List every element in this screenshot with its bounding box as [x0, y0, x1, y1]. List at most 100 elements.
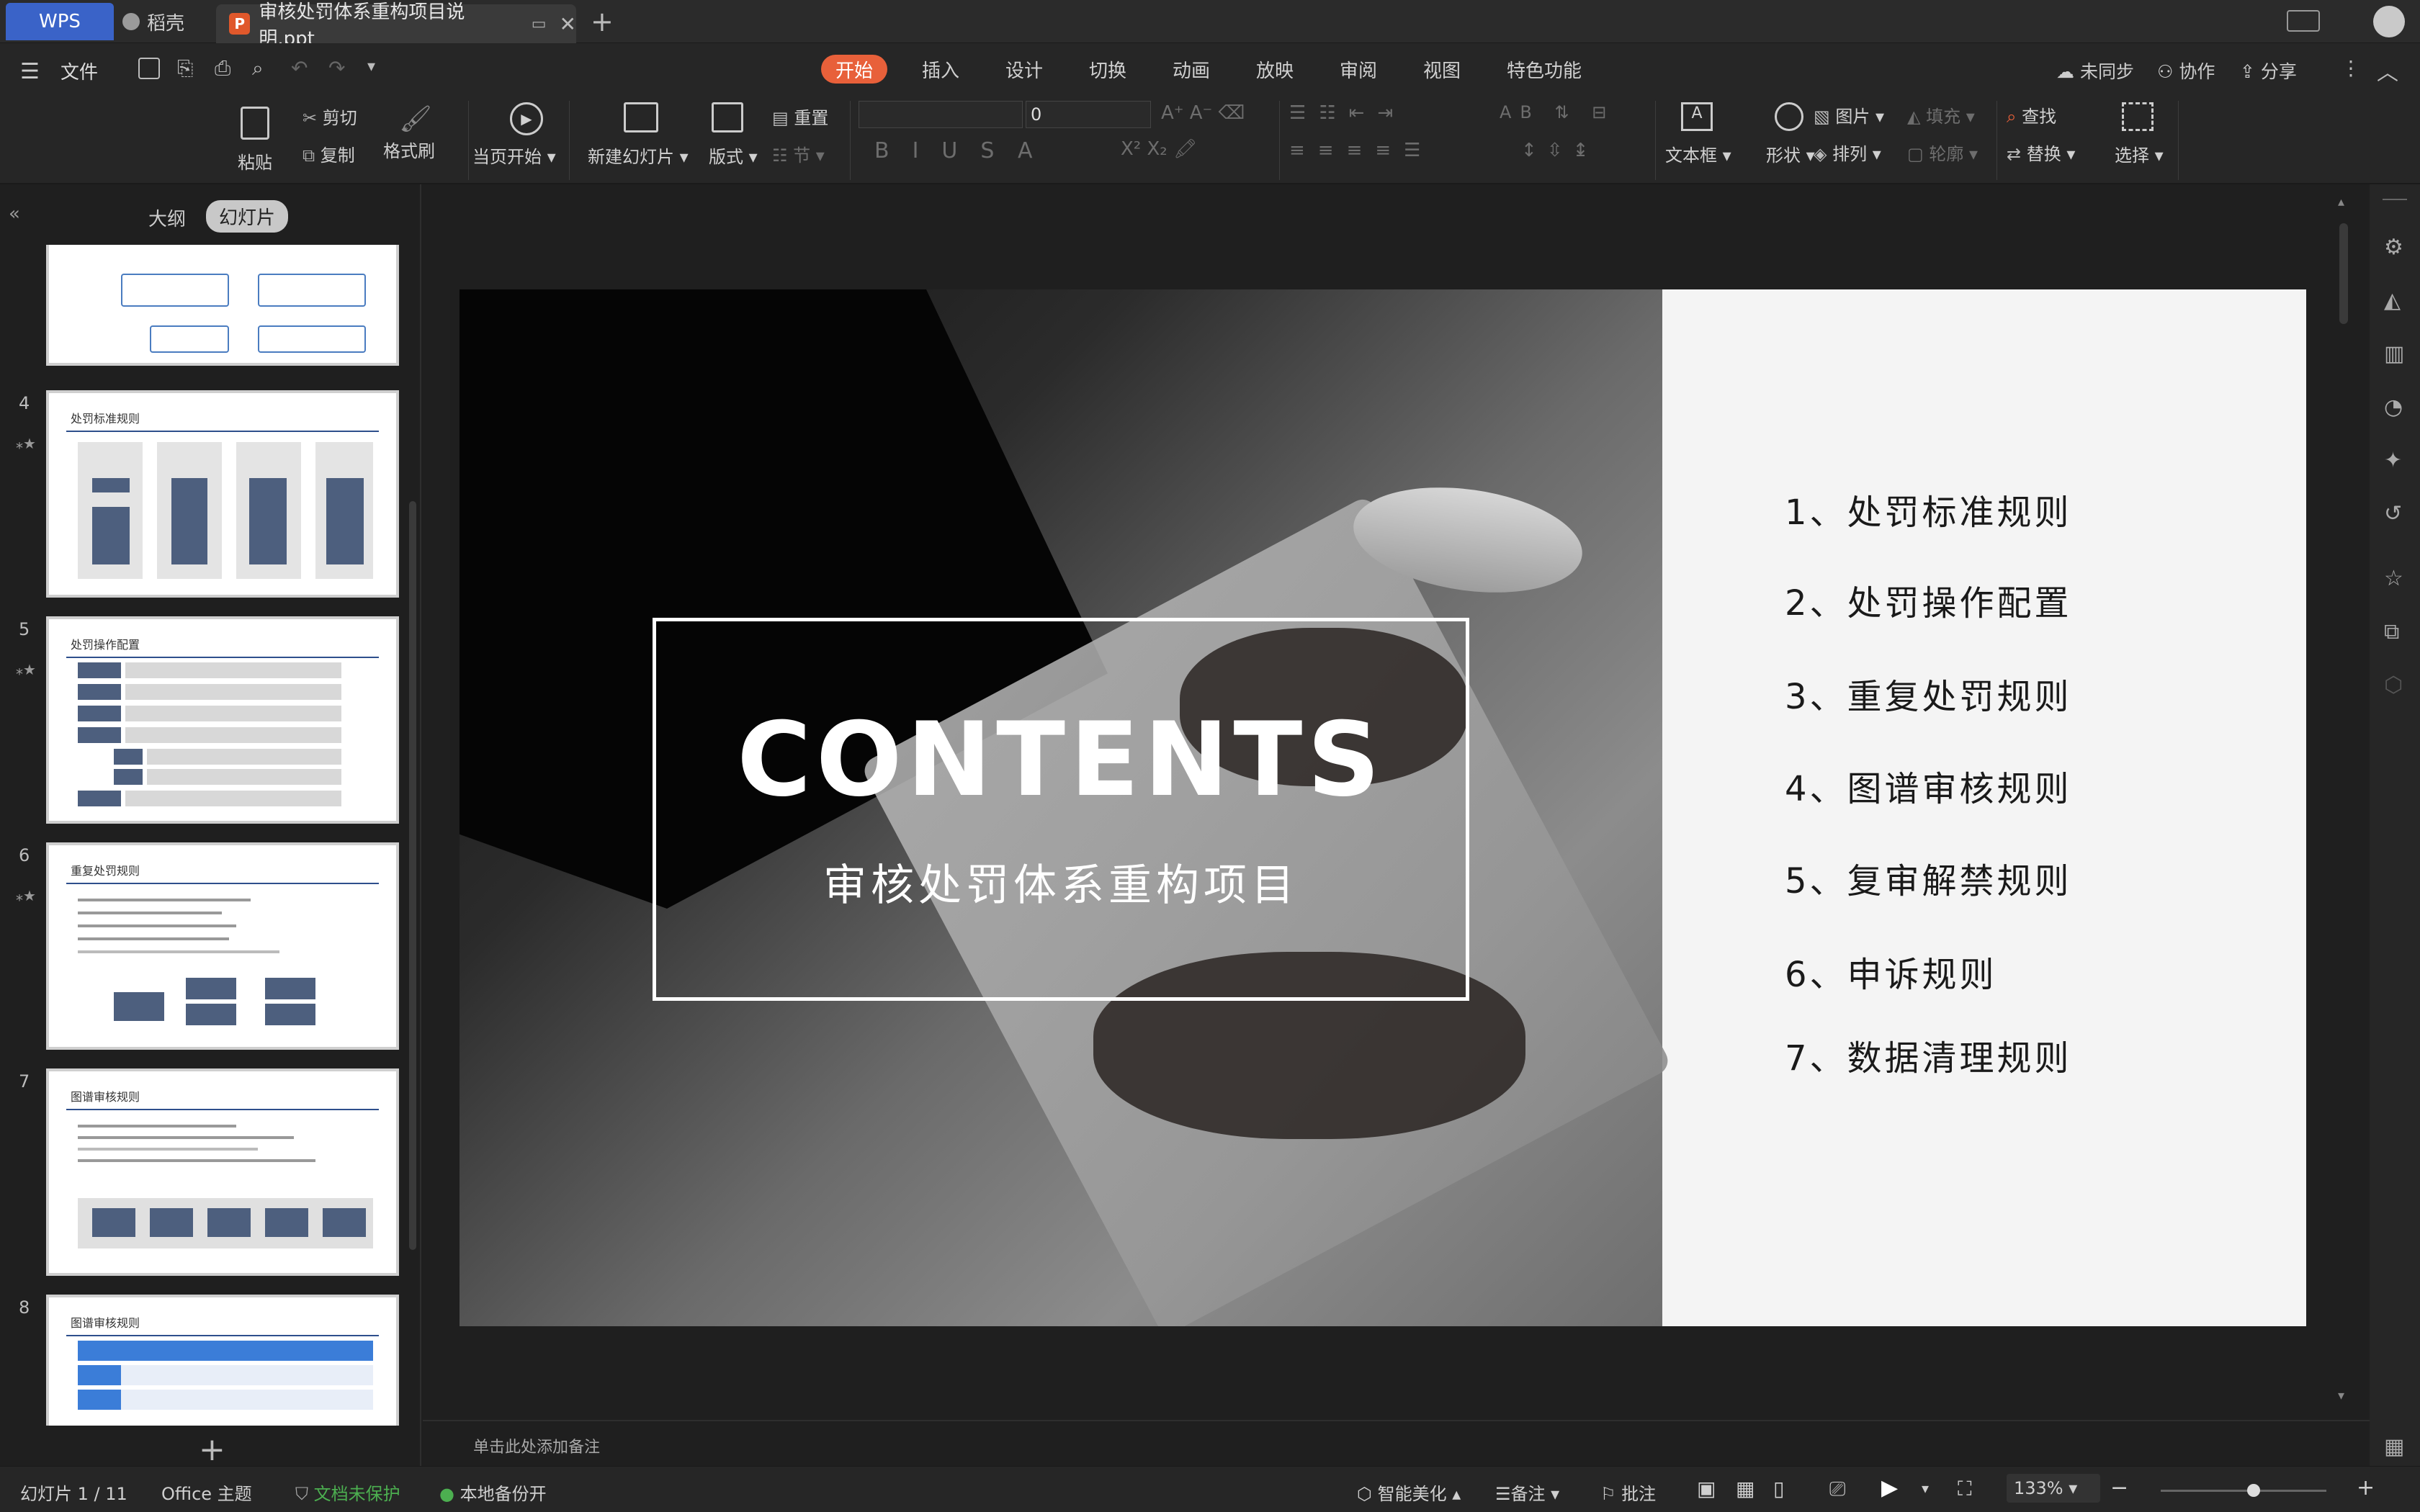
print-icon[interactable]: ⎙ [215, 56, 230, 81]
file-menu[interactable]: 文件 [60, 58, 98, 84]
hamburger-icon[interactable]: ☰ [20, 59, 40, 84]
tab-animation[interactable]: 动画 [1173, 55, 1210, 84]
outline-button[interactable]: ▢ 轮廓 ▾ [1907, 140, 1978, 165]
slide-thumbnail-3[interactable] [46, 245, 399, 366]
animation-icon[interactable]: ✦ [2384, 448, 2402, 473]
slide-thumbnail-4[interactable]: 处罚标准规则 [46, 390, 399, 598]
font-size-select[interactable]: 0 [1026, 101, 1151, 128]
transition-icon[interactable]: ◔ [2384, 395, 2403, 420]
tab-view[interactable]: 视图 [1423, 55, 1461, 84]
font-size-controls[interactable]: A⁺ A⁻ ⌫ [1161, 102, 1245, 124]
history-icon[interactable]: ↺ [2384, 501, 2402, 526]
save-icon[interactable] [138, 58, 160, 79]
list-icons[interactable]: ☰☷⇤⇥ [1289, 102, 1406, 124]
shape-button[interactable]: 形状 ▾ [1766, 102, 1815, 166]
paste-button[interactable]: 粘贴 [229, 101, 281, 180]
theme-name[interactable]: Office 主题 [161, 1480, 252, 1505]
panel-scrollbar[interactable] [409, 501, 416, 1250]
layout-button[interactable]: 版式 ▾ [709, 102, 758, 168]
section-button[interactable]: ☷ 节 ▾ [772, 141, 825, 166]
collab-button[interactable]: ⚇ 协作 [2157, 58, 2215, 84]
presenter-icon[interactable]: ⎚ [1829, 1477, 1845, 1501]
tab-wps[interactable]: WPS [6, 3, 114, 40]
picture-button[interactable]: ▧ 图片 ▾ [1814, 102, 1884, 127]
window-layout-icon[interactable] [2287, 10, 2320, 32]
share-button[interactable]: ⇪ 分享 [2240, 58, 2297, 84]
tab-insert[interactable]: 插入 [922, 55, 959, 84]
cut-button[interactable]: ✂ 剪切 [302, 104, 357, 129]
tab-transition[interactable]: 切换 [1089, 55, 1126, 84]
tab-outline[interactable]: 大纲 [148, 204, 186, 231]
redo-icon[interactable]: ↷ [328, 56, 345, 80]
slide-thumbnail-6[interactable]: 重复处罚规则 [46, 842, 399, 1050]
tab-document[interactable]: P 审核处罚体系重构项目说明.ppt ▭ ✕ [216, 1, 576, 50]
chart-icon[interactable]: ▥ [2384, 341, 2404, 366]
fill-button[interactable]: ◭ 填充 ▾ [1907, 102, 1975, 127]
scroll-up-icon[interactable]: ▴ [2338, 194, 2344, 210]
tab-daoke[interactable]: 稻壳 [122, 0, 209, 43]
more-icon[interactable]: ⋮ [2341, 56, 2361, 80]
zoom-slider-thumb[interactable] [2247, 1484, 2260, 1497]
zoom-in-icon[interactable]: + [2357, 1475, 2375, 1500]
new-slide-button[interactable]: 新建幻灯片 ▾ [588, 102, 689, 168]
arrange-button[interactable]: ◈ 排列 ▾ [1814, 140, 1881, 165]
grid-icon[interactable]: ▦ [2384, 1434, 2404, 1459]
collapse-ribbon-icon[interactable]: ︿ [2377, 55, 2398, 86]
shape-fill-icon[interactable]: ◭ [2384, 288, 2401, 313]
textbox-button[interactable]: A 文本框 ▾ [1665, 102, 1731, 166]
from-current-button[interactable]: ▶ 当页开始 ▾ [472, 102, 556, 168]
fit-window-icon[interactable]: ⛶ [1958, 1477, 1972, 1501]
notes-pane[interactable]: 单击此处添加备注 [423, 1420, 2370, 1466]
text-direction-icons[interactable]: AB ⇅ ⊟ [1500, 102, 1615, 122]
play-options-icon[interactable]: ▾ [1922, 1480, 1929, 1497]
align-icons[interactable]: ≡≡≡≡☰ [1289, 140, 1433, 161]
add-slide-button[interactable]: + [199, 1431, 225, 1468]
slide-canvas[interactable]: CONTENTS 审核处罚体系重构项目 1、处罚标准规则 2、处罚操作配置 3、… [460, 289, 2306, 1326]
reset-button[interactable]: ▤ 重置 [772, 104, 828, 129]
undo-icon[interactable]: ↶ [291, 56, 308, 80]
sidebar-collapse-icon[interactable] [2383, 199, 2407, 200]
backup-status[interactable]: ● 本地备份开 [439, 1480, 547, 1505]
zoom-slider[interactable] [2161, 1484, 2326, 1497]
close-tab-icon[interactable]: ✕ [560, 12, 576, 36]
customize-icon[interactable]: ▾ [367, 58, 375, 76]
tab-slideshow[interactable]: 放映 [1256, 55, 1294, 84]
zoom-select[interactable]: 133% ▾ [2007, 1474, 2100, 1503]
find-button[interactable]: ⌕ 查找 [2007, 102, 2056, 127]
avatar[interactable] [2373, 6, 2405, 37]
text-format-icons[interactable]: BIUSA [874, 138, 1056, 163]
beautify-button[interactable]: ⬡ 智能美化 ▴ [1357, 1480, 1461, 1505]
star-tool-icon[interactable]: ☆ [2384, 566, 2403, 591]
tab-slides[interactable]: 幻灯片 [206, 200, 289, 233]
play-slideshow-icon[interactable]: ▶ [1881, 1475, 1898, 1500]
slide-thumbnail-7[interactable]: 图谱审核规则 [46, 1068, 399, 1276]
zoom-out-icon[interactable]: − [2110, 1475, 2128, 1500]
canvas-scrollbar[interactable] [2339, 223, 2348, 324]
reading-view-icon[interactable]: ▯ [1773, 1477, 1784, 1500]
slide-thumbnail-8[interactable]: 图谱审核规则 [46, 1295, 399, 1426]
export-icon[interactable]: ⎘ [177, 56, 193, 81]
print-preview-icon[interactable]: ⌕ [252, 56, 264, 81]
copy-button[interactable]: ⧉ 复制 [302, 141, 355, 166]
replace-button[interactable]: ⇄ 替换 ▾ [2007, 140, 2075, 165]
sync-status[interactable]: ☁ 未同步 [2056, 58, 2134, 84]
comment-button[interactable]: ⚐ 批注 [1600, 1480, 1656, 1505]
protect-status[interactable]: ⛉ 文档未保护 [295, 1480, 400, 1505]
notes-toggle[interactable]: ☰备注 ▾ [1495, 1480, 1559, 1505]
new-tab-button[interactable]: + [591, 6, 614, 37]
settings-icon[interactable]: ⚙ [2384, 235, 2403, 260]
select-button[interactable]: 选择 ▾ [2115, 102, 2164, 166]
spacing-icons[interactable]: ↕⇳↨ [1521, 140, 1598, 161]
cube-icon[interactable]: ⬡ [2384, 672, 2403, 698]
sorter-view-icon[interactable]: ▦ [1736, 1477, 1754, 1500]
collapse-panel-icon[interactable]: « [9, 203, 20, 225]
format-painter-button[interactable]: 🖌 格式刷 [383, 104, 435, 162]
super-sub-icons[interactable]: X² X₂ 🖍 [1121, 138, 1197, 160]
normal-view-icon[interactable]: ▣ [1697, 1477, 1716, 1500]
scroll-down-icon[interactable]: ▾ [2338, 1388, 2344, 1403]
tab-start[interactable]: 开始 [821, 55, 888, 84]
tab-design[interactable]: 设计 [1005, 55, 1043, 84]
tab-review[interactable]: 审阅 [1340, 55, 1377, 84]
font-name-select[interactable] [859, 101, 1023, 128]
comment-tool-icon[interactable]: ⧉ [2384, 619, 2399, 644]
